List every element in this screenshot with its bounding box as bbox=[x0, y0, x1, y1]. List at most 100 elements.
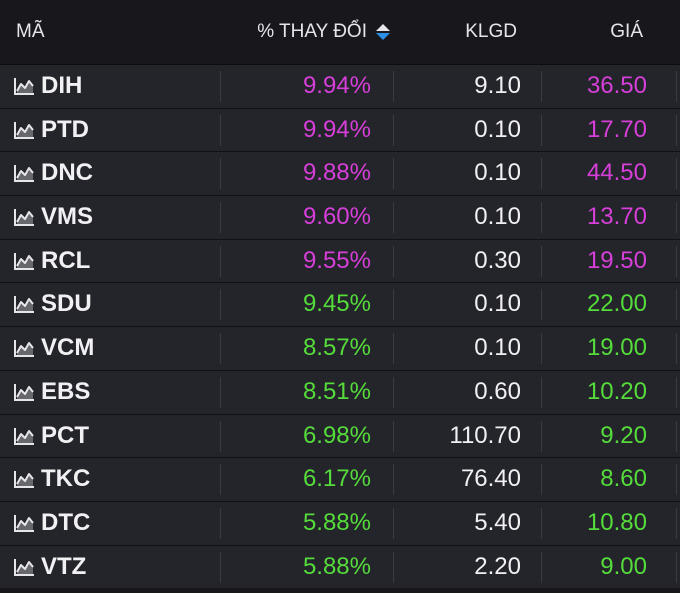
trading-volume: 2.20 bbox=[474, 552, 521, 580]
price: 10.20 bbox=[586, 377, 647, 405]
trading-volume: 9.10 bbox=[474, 72, 521, 99]
column-divider bbox=[676, 551, 677, 583]
column-divider bbox=[393, 71, 394, 102]
column-divider bbox=[220, 202, 221, 234]
chart-icon[interactable] bbox=[13, 163, 35, 183]
sort-toggle-icon[interactable] bbox=[376, 24, 390, 40]
chart-icon[interactable] bbox=[13, 207, 35, 227]
symbol-code: RCL bbox=[41, 246, 91, 274]
symbol-cell[interactable]: DNC bbox=[13, 152, 93, 194]
column-header-change[interactable]: % THAY ĐỔI bbox=[257, 0, 390, 64]
column-divider bbox=[220, 464, 221, 496]
column-divider bbox=[541, 464, 542, 496]
symbol-cell[interactable]: VMS bbox=[13, 196, 93, 238]
column-divider bbox=[220, 551, 221, 583]
column-divider bbox=[393, 114, 394, 146]
column-divider bbox=[220, 420, 221, 452]
symbol-cell[interactable]: TKC bbox=[13, 458, 90, 500]
chart-icon[interactable] bbox=[13, 251, 35, 271]
symbol-cell[interactable]: SDU bbox=[13, 283, 92, 325]
column-divider bbox=[393, 376, 394, 408]
column-divider bbox=[393, 464, 394, 496]
price: 9.00 bbox=[600, 552, 647, 580]
symbol-code: PCT bbox=[41, 421, 89, 449]
chart-icon[interactable] bbox=[13, 382, 35, 402]
symbol-cell[interactable]: PTD bbox=[13, 109, 89, 151]
table-row-vcm[interactable]: VCM 8.57% 0.10 19.00 bbox=[0, 326, 680, 370]
column-divider bbox=[541, 551, 542, 583]
column-divider bbox=[220, 376, 221, 408]
column-divider bbox=[541, 158, 542, 190]
column-header-symbol[interactable]: MÃ bbox=[16, 0, 45, 64]
trading-volume: 0.10 bbox=[474, 203, 521, 231]
price: 22.00 bbox=[586, 290, 647, 318]
column-divider bbox=[676, 158, 677, 190]
table-row-ptd[interactable]: PTD 9.94% 0.10 17.70 bbox=[0, 107, 680, 152]
table-row-tkc[interactable]: TKC 6.17% 76.40 8.60 bbox=[0, 457, 680, 501]
price: 44.50 bbox=[586, 159, 647, 187]
stock-board: MÃ % THAY ĐỔI KLGD GIÁ DIH 9.94% 9.10 36… bbox=[0, 0, 680, 593]
column-divider bbox=[541, 333, 542, 365]
chart-icon[interactable] bbox=[13, 294, 35, 314]
column-divider bbox=[220, 289, 221, 321]
table-row-rcl[interactable]: RCL 9.55% 0.30 19.50 bbox=[0, 238, 680, 283]
percent-change: 6.17% bbox=[302, 465, 371, 493]
chart-icon[interactable] bbox=[13, 76, 35, 96]
trading-volume: 0.10 bbox=[474, 290, 521, 318]
percent-change: 9.45% bbox=[302, 290, 371, 318]
column-divider bbox=[676, 114, 677, 146]
chart-icon[interactable] bbox=[13, 426, 35, 446]
symbol-cell[interactable]: RCL bbox=[13, 240, 90, 282]
column-divider bbox=[676, 376, 677, 408]
column-divider bbox=[393, 551, 394, 583]
table-header: MÃ % THAY ĐỔI KLGD GIÁ bbox=[0, 0, 680, 64]
symbol-cell[interactable]: PCT bbox=[13, 415, 89, 457]
column-divider bbox=[541, 289, 542, 321]
symbol-cell[interactable]: VCM bbox=[13, 327, 94, 369]
trading-volume: 110.70 bbox=[449, 421, 521, 449]
percent-change: 9.88% bbox=[302, 159, 371, 187]
percent-change: 5.88% bbox=[302, 508, 371, 536]
column-divider bbox=[220, 71, 221, 102]
column-divider bbox=[220, 507, 221, 539]
table-row-vtz[interactable]: VTZ 5.88% 2.20 9.00 bbox=[0, 544, 680, 589]
percent-change: 9.94% bbox=[302, 115, 371, 143]
symbol-cell[interactable]: VTZ bbox=[13, 546, 86, 588]
column-divider bbox=[393, 245, 394, 277]
price: 13.70 bbox=[586, 203, 647, 231]
table-row-pct[interactable]: PCT 6.98% 110.70 9.20 bbox=[0, 413, 680, 458]
symbol-cell[interactable]: DIH bbox=[13, 65, 82, 107]
trading-volume: 5.40 bbox=[474, 508, 521, 536]
table-row-sdu[interactable]: SDU 9.45% 0.10 22.00 bbox=[0, 282, 680, 327]
trading-volume: 0.10 bbox=[474, 159, 521, 187]
symbol-cell[interactable]: EBS bbox=[13, 371, 90, 413]
table-row-dnc[interactable]: DNC 9.88% 0.10 44.50 bbox=[0, 151, 680, 196]
chart-icon[interactable] bbox=[13, 469, 35, 489]
table-row-ebs[interactable]: EBS 8.51% 0.60 10.20 bbox=[0, 369, 680, 414]
column-divider bbox=[676, 420, 677, 452]
percent-change: 9.55% bbox=[302, 246, 371, 274]
stock-list: DIH 9.94% 9.10 36.50 PTD 9.94% 0.10 17.7… bbox=[0, 64, 680, 589]
trading-volume: 0.60 bbox=[474, 377, 521, 405]
column-divider bbox=[541, 507, 542, 539]
table-row-dtc[interactable]: DTC 5.88% 5.40 10.80 bbox=[0, 500, 680, 545]
column-header-volume[interactable]: KLGD bbox=[465, 0, 517, 64]
column-header-price[interactable]: GIÁ bbox=[610, 0, 643, 64]
chart-icon[interactable] bbox=[13, 338, 35, 358]
chart-icon[interactable] bbox=[13, 120, 35, 140]
table-row-vms[interactable]: VMS 9.60% 0.10 13.70 bbox=[0, 195, 680, 239]
price: 36.50 bbox=[586, 72, 647, 99]
chart-icon[interactable] bbox=[13, 557, 35, 577]
column-divider bbox=[541, 71, 542, 102]
symbol-code: SDU bbox=[41, 290, 92, 318]
chart-icon[interactable] bbox=[13, 513, 35, 533]
column-divider bbox=[393, 289, 394, 321]
trading-volume: 76.40 bbox=[460, 465, 521, 493]
symbol-code: VCM bbox=[41, 334, 95, 362]
symbol-cell[interactable]: DTC bbox=[13, 502, 90, 544]
column-divider bbox=[676, 245, 677, 277]
table-row-dih[interactable]: DIH 9.94% 9.10 36.50 bbox=[0, 64, 680, 108]
column-divider bbox=[393, 333, 394, 365]
column-divider bbox=[676, 202, 677, 234]
percent-change: 9.94% bbox=[302, 72, 371, 99]
